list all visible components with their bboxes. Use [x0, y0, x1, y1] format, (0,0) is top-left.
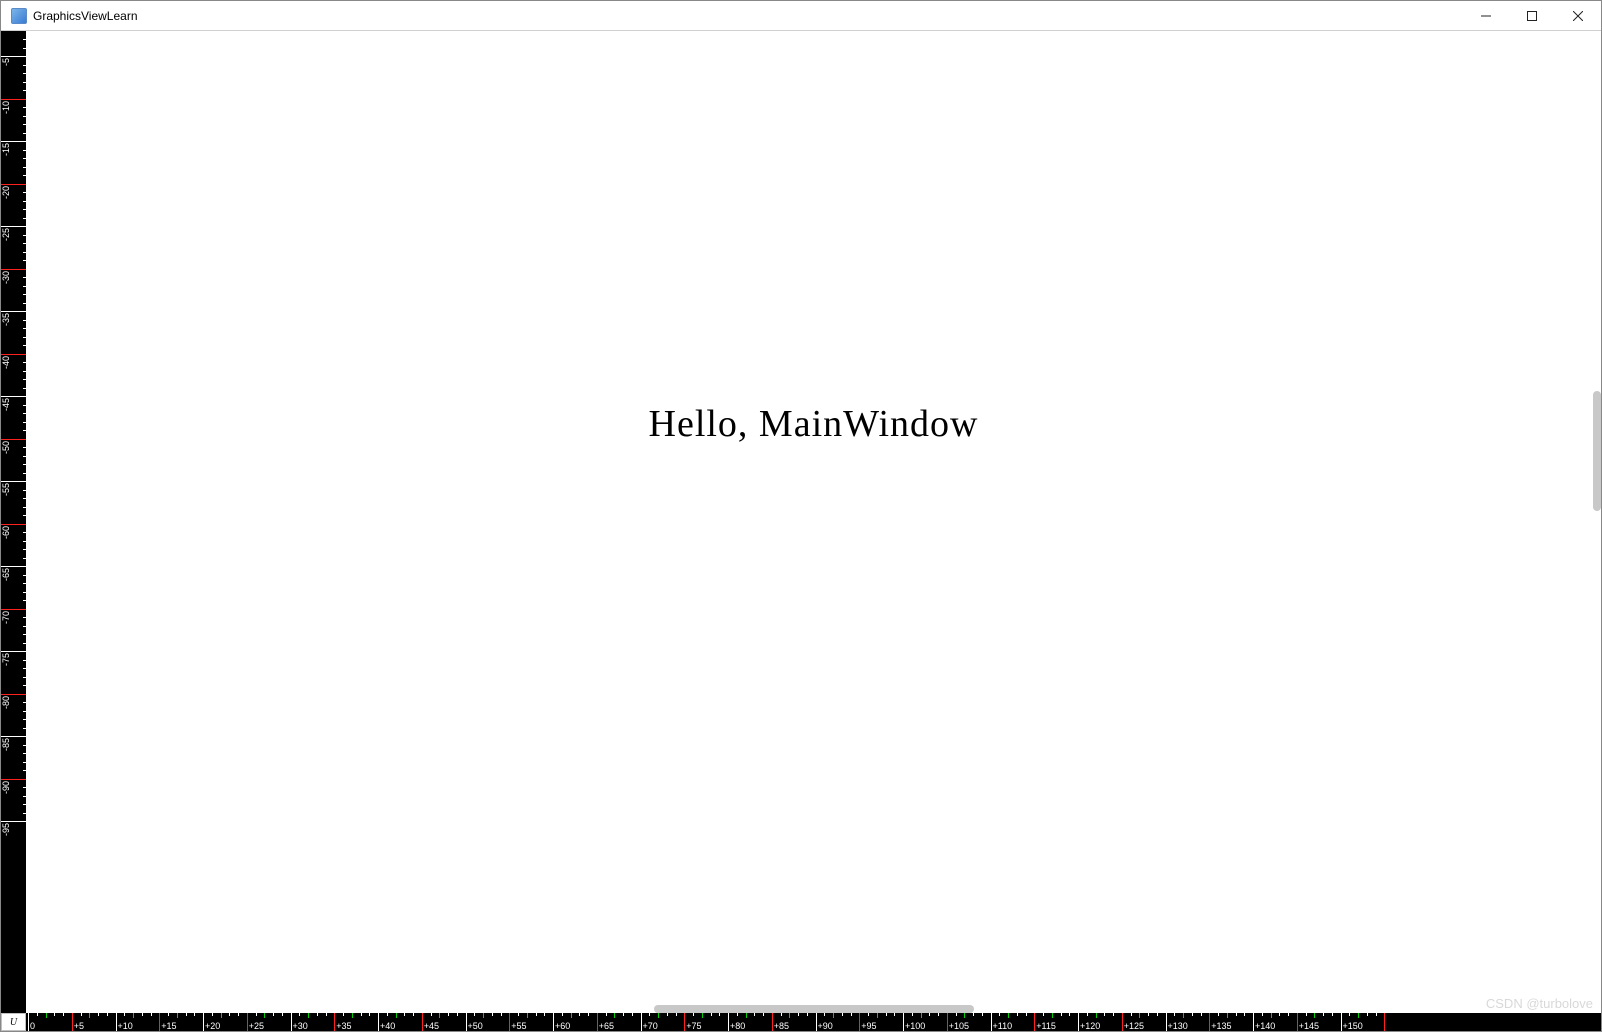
vruler-label: -60 [1, 526, 15, 539]
vruler-label: -65 [1, 568, 15, 581]
hruler-label: +45 [423, 1021, 439, 1031]
vruler-label: -20 [1, 186, 15, 199]
app-icon [11, 8, 27, 24]
hruler-label: +55 [510, 1021, 526, 1031]
vruler-label: -85 [1, 738, 15, 751]
hruler-label: +10 [117, 1021, 133, 1031]
main-row: -5 -10 -15 -20 -25 -30 -35 -40 -45 -50 -55 -60 -65 -7… [1, 31, 1601, 1013]
horizontal-scrollbar-thumb[interactable] [654, 1005, 974, 1013]
canvas-text: Hello, MainWindow [649, 402, 979, 446]
vruler-label: -80 [1, 696, 15, 709]
vruler-label: -10 [1, 101, 15, 114]
minimize-button[interactable] [1463, 1, 1509, 30]
vruler-label: -95 [1, 823, 15, 836]
vruler-label: -50 [1, 441, 15, 454]
maximize-button[interactable] [1509, 1, 1555, 30]
hruler-label: +85 [773, 1021, 789, 1031]
hruler-label: +130 [1167, 1021, 1188, 1031]
horizontal-ruler[interactable]: 0 +5 +10 +15 +20 +25 +30 +35 +40 +45 +50 +55 +60 +65 +… [26, 1013, 1601, 1031]
vruler-label: -25 [1, 228, 15, 241]
vruler-label: -30 [1, 271, 15, 284]
hruler-label: +105 [948, 1021, 969, 1031]
ruler-corner[interactable]: U [1, 1013, 26, 1031]
vruler-label: -15 [1, 143, 15, 156]
app-window: GraphicsViewLearn -5 -10 -15 -20 -25 -30 -35 -4… [0, 0, 1602, 1032]
hruler-label: +150 [1342, 1021, 1363, 1031]
window-title: GraphicsViewLearn [33, 9, 138, 23]
hruler-label: +135 [1210, 1021, 1231, 1031]
title-bar[interactable]: GraphicsViewLearn [1, 1, 1601, 31]
close-icon [1573, 11, 1583, 21]
bottom-row: U 0 +5 +10 +15 +20 +25 +30 +35 +40 +45 +50 +55 +60 +6… [1, 1013, 1601, 1031]
hruler-label: +20 [204, 1021, 220, 1031]
hruler-label: +65 [598, 1021, 614, 1031]
hruler-label: +110 [992, 1021, 1013, 1031]
maximize-icon [1527, 11, 1537, 21]
hruler-label: +5 [73, 1021, 84, 1031]
hruler-label: 0 [29, 1021, 35, 1031]
vruler-label: -75 [1, 653, 15, 666]
vruler-label: -90 [1, 781, 15, 794]
vruler-label: -70 [1, 611, 15, 624]
hruler-label: +145 [1298, 1021, 1319, 1031]
hruler-label: +125 [1123, 1021, 1144, 1031]
vruler-label: -35 [1, 313, 15, 326]
hruler-label: +15 [160, 1021, 176, 1031]
vruler-label: -40 [1, 356, 15, 369]
client-area: -5 -10 -15 -20 -25 -30 -35 -40 -45 -50 -55 -60 -65 -7… [1, 31, 1601, 1031]
hruler-label: +120 [1079, 1021, 1100, 1031]
hruler-label: +60 [554, 1021, 570, 1031]
minimize-icon [1481, 11, 1491, 21]
hruler-label: +100 [904, 1021, 925, 1031]
close-button[interactable] [1555, 1, 1601, 30]
corner-label: U [10, 1017, 17, 1028]
graphics-view[interactable]: Hello, MainWindow [26, 31, 1601, 1013]
hruler-label: +140 [1254, 1021, 1275, 1031]
hruler-label: +95 [860, 1021, 876, 1031]
hruler-label: +70 [642, 1021, 658, 1031]
vruler-label: -55 [1, 483, 15, 496]
hruler-label: +30 [292, 1021, 308, 1031]
hruler-label: +25 [248, 1021, 264, 1031]
hruler-label: +80 [729, 1021, 745, 1031]
hruler-label: +50 [467, 1021, 483, 1031]
hruler-label: +75 [685, 1021, 701, 1031]
window-controls [1463, 1, 1601, 30]
vertical-scrollbar-thumb[interactable] [1593, 391, 1601, 511]
hruler-label: +90 [817, 1021, 833, 1031]
hruler-label: +115 [1035, 1021, 1056, 1031]
vruler-label: -45 [1, 398, 15, 411]
vruler-label: -5 [1, 58, 15, 66]
vertical-ruler[interactable]: -5 -10 -15 -20 -25 -30 -35 -40 -45 -50 -55 -60 -65 -7… [1, 31, 26, 1013]
hruler-label: +40 [379, 1021, 395, 1031]
hruler-label: +35 [335, 1021, 351, 1031]
